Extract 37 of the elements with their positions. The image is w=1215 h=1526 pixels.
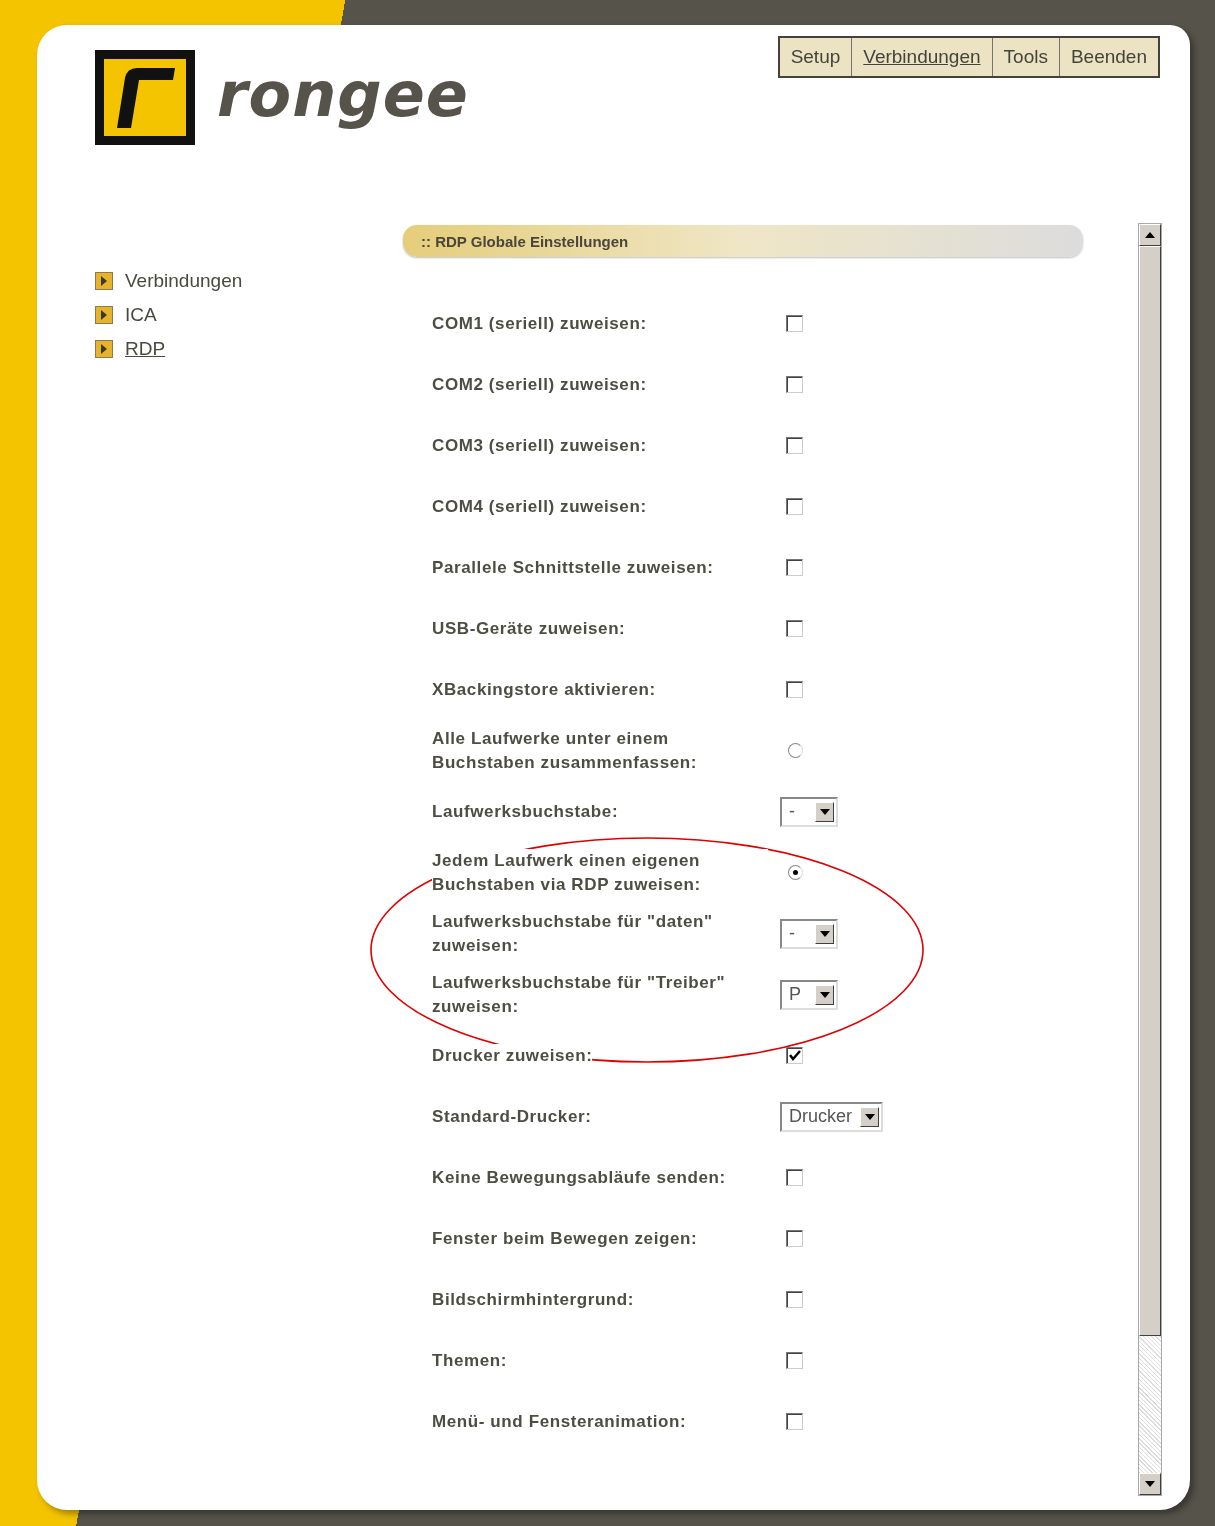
checkbox[interactable] <box>786 1169 803 1186</box>
checkbox[interactable] <box>786 681 803 698</box>
dropdown[interactable]: - <box>780 796 838 827</box>
logo-icon <box>95 50 195 145</box>
sidebar-link[interactable]: Verbindungen <box>125 270 243 292</box>
dropdown[interactable]: Drucker <box>780 1101 883 1132</box>
checkbox[interactable] <box>786 1352 803 1369</box>
checkbox[interactable] <box>786 1413 803 1430</box>
scroll-down-icon <box>819 808 830 815</box>
sidebar-link[interactable]: RDP <box>125 338 166 360</box>
checkbox[interactable] <box>786 1291 803 1308</box>
scroll-down-icon <box>819 991 830 998</box>
section-header: :: RDP Globale Einstellungen <box>403 225 1083 257</box>
nav-tab[interactable]: Setup <box>779 38 852 76</box>
nav-tab[interactable]: Beenden <box>1058 38 1158 76</box>
checkbox[interactable] <box>786 437 803 454</box>
nav-tab[interactable]: Tools <box>991 38 1059 76</box>
radio-button[interactable] <box>788 743 803 758</box>
checkbox[interactable] <box>786 1047 803 1064</box>
checkbox[interactable] <box>786 376 803 393</box>
checkbox[interactable] <box>786 620 803 637</box>
dropdown[interactable]: P <box>780 979 838 1010</box>
nav-tab[interactable]: Verbindungen <box>851 38 992 76</box>
scroll-up-icon <box>1145 232 1155 238</box>
dropdown[interactable]: - <box>780 918 838 949</box>
scroll-down-icon <box>864 1113 875 1120</box>
sidebar-link[interactable]: ICA <box>125 304 157 326</box>
checkbox[interactable] <box>786 559 803 576</box>
checkbox[interactable] <box>786 498 803 515</box>
scroll-down-icon <box>1145 1481 1155 1487</box>
radio-button[interactable] <box>788 865 803 880</box>
scroll-down-icon <box>819 930 830 937</box>
checkbox[interactable] <box>786 1230 803 1247</box>
scrollbar[interactable] <box>1138 223 1162 1496</box>
checkbox[interactable] <box>786 315 803 332</box>
logo-wordmark: rongee <box>217 58 469 131</box>
scrollbar-thumb[interactable] <box>1139 246 1161 1336</box>
